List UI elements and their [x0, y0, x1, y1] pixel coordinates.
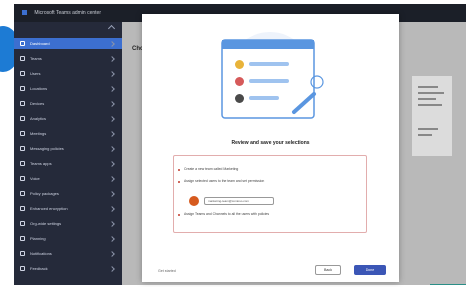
chevron-icon	[109, 266, 115, 272]
card-line	[418, 92, 444, 94]
sidebar-item-label: Dashboard	[30, 41, 50, 46]
sidebar-item[interactable]: Analytics	[14, 113, 122, 124]
nav-icon	[20, 146, 25, 151]
summary-box: Create a new team called Marketing Assig…	[173, 155, 367, 233]
collapse-icon[interactable]	[107, 24, 116, 33]
nav-icon	[20, 266, 25, 271]
chevron-icon	[109, 236, 115, 242]
sidebar-item[interactable]: Teams	[14, 53, 122, 64]
illustration	[221, 32, 324, 119]
sidebar-item-label: Org-wide settings	[30, 221, 62, 226]
chevron-icon	[109, 41, 115, 47]
chevron-icon	[109, 116, 115, 122]
sidebar: Dashboard Teams Users Locations Devices Analy…	[14, 22, 122, 285]
chevron-icon	[109, 206, 115, 212]
sidebar-item[interactable]: Teams apps	[14, 158, 122, 169]
card-line	[418, 128, 438, 130]
card-line	[418, 86, 438, 88]
nav-icon	[20, 71, 25, 76]
review-dialog: Review and save your selections Create a…	[142, 14, 399, 282]
nav-icon	[20, 116, 25, 121]
window-title: Microsoft Teams admin center	[34, 10, 101, 16]
line-icon	[249, 79, 289, 83]
nav-icon	[20, 206, 25, 211]
sidebar-item[interactable]: Locations	[14, 83, 122, 94]
sidebar-item-label: Policy packages	[30, 191, 59, 196]
chevron-icon	[109, 221, 115, 227]
info-card	[412, 76, 452, 156]
avatar-icon	[235, 77, 244, 86]
chevron-icon	[109, 101, 115, 107]
sidebar-item[interactable]: Dashboard	[14, 38, 122, 49]
illustration-header	[222, 40, 314, 49]
sidebar-item[interactable]: Voice	[14, 173, 122, 184]
chevron-icon	[109, 176, 115, 182]
sidebar-item[interactable]: Org-wide settings	[14, 218, 122, 229]
bullet-icon	[178, 169, 180, 171]
help-link[interactable]: Get started	[158, 269, 176, 273]
chevron-icon	[109, 56, 115, 62]
chevron-icon	[109, 161, 115, 167]
line-icon	[249, 62, 289, 66]
sidebar-item-label: Notifications	[30, 251, 52, 256]
sidebar-item-label: Planning	[30, 236, 46, 241]
chevron-icon	[109, 131, 115, 137]
card-line	[418, 98, 436, 100]
sidebar-item[interactable]: Meetings	[14, 128, 122, 139]
sidebar-item[interactable]: Feedback	[14, 263, 122, 274]
sidebar-item[interactable]: Policy packages	[14, 188, 122, 199]
summary-item: Create a new team called Marketing	[184, 167, 239, 171]
nav-icon	[20, 251, 25, 256]
avatar-icon	[235, 94, 244, 103]
sidebar-item[interactable]: Devices	[14, 98, 122, 109]
sidebar-item-label: Devices	[30, 101, 45, 106]
email-chip: marketing-team@contoso.com	[204, 197, 274, 205]
status-bar	[430, 284, 466, 285]
sidebar-item[interactable]: Enhanced encryption	[14, 203, 122, 214]
user-avatar	[189, 196, 199, 206]
nav-icon	[20, 221, 25, 226]
nav-icon	[20, 131, 25, 136]
sidebar-item-label: Feedback	[30, 266, 48, 271]
done-button[interactable]: Done	[354, 265, 386, 275]
bullet-icon	[178, 181, 180, 183]
bullet-icon	[178, 214, 180, 216]
card-line	[418, 134, 432, 136]
sidebar-item[interactable]: Messaging policies	[14, 143, 122, 154]
sidebar-item[interactable]: Notifications	[14, 248, 122, 259]
sidebar-item-label: Teams apps	[30, 161, 52, 166]
chevron-icon	[109, 146, 115, 152]
nav-icon	[20, 236, 25, 241]
sidebar-item-label: Messaging policies	[30, 146, 64, 151]
nav-icon	[20, 101, 25, 106]
nav-icon	[20, 56, 25, 61]
nav-icon	[20, 176, 25, 181]
dialog-title: Review and save your selections	[231, 140, 310, 146]
sidebar-item-label: Locations	[30, 86, 48, 91]
sidebar-item[interactable]: Users	[14, 68, 122, 79]
card-line	[418, 104, 442, 106]
chevron-icon	[109, 86, 115, 92]
chevron-icon	[109, 71, 115, 77]
chevron-icon	[109, 251, 115, 257]
sidebar-item-label: Enhanced encryption	[30, 206, 68, 211]
nav-icon	[20, 41, 25, 46]
nav-icon	[20, 191, 25, 196]
sidebar-item-label: Analytics	[30, 116, 47, 121]
sidebar-item[interactable]: Planning	[14, 233, 122, 244]
sidebar-item-label: Voice	[30, 176, 40, 181]
summary-item: Assign Teams and Channels to all the use…	[184, 212, 270, 216]
app-logo-icon	[22, 10, 27, 16]
line-icon	[249, 96, 279, 100]
nav-icon	[20, 86, 25, 91]
sidebar-item-label: Meetings	[30, 131, 47, 136]
nav-icon	[20, 161, 25, 166]
chevron-icon	[109, 191, 115, 197]
back-button[interactable]: Back	[315, 265, 341, 275]
avatar-icon	[235, 60, 244, 69]
sidebar-item-label: Teams	[30, 56, 42, 61]
sidebar-item-label: Users	[30, 71, 41, 76]
summary-item: Assign selected users to the team and se…	[184, 179, 265, 183]
